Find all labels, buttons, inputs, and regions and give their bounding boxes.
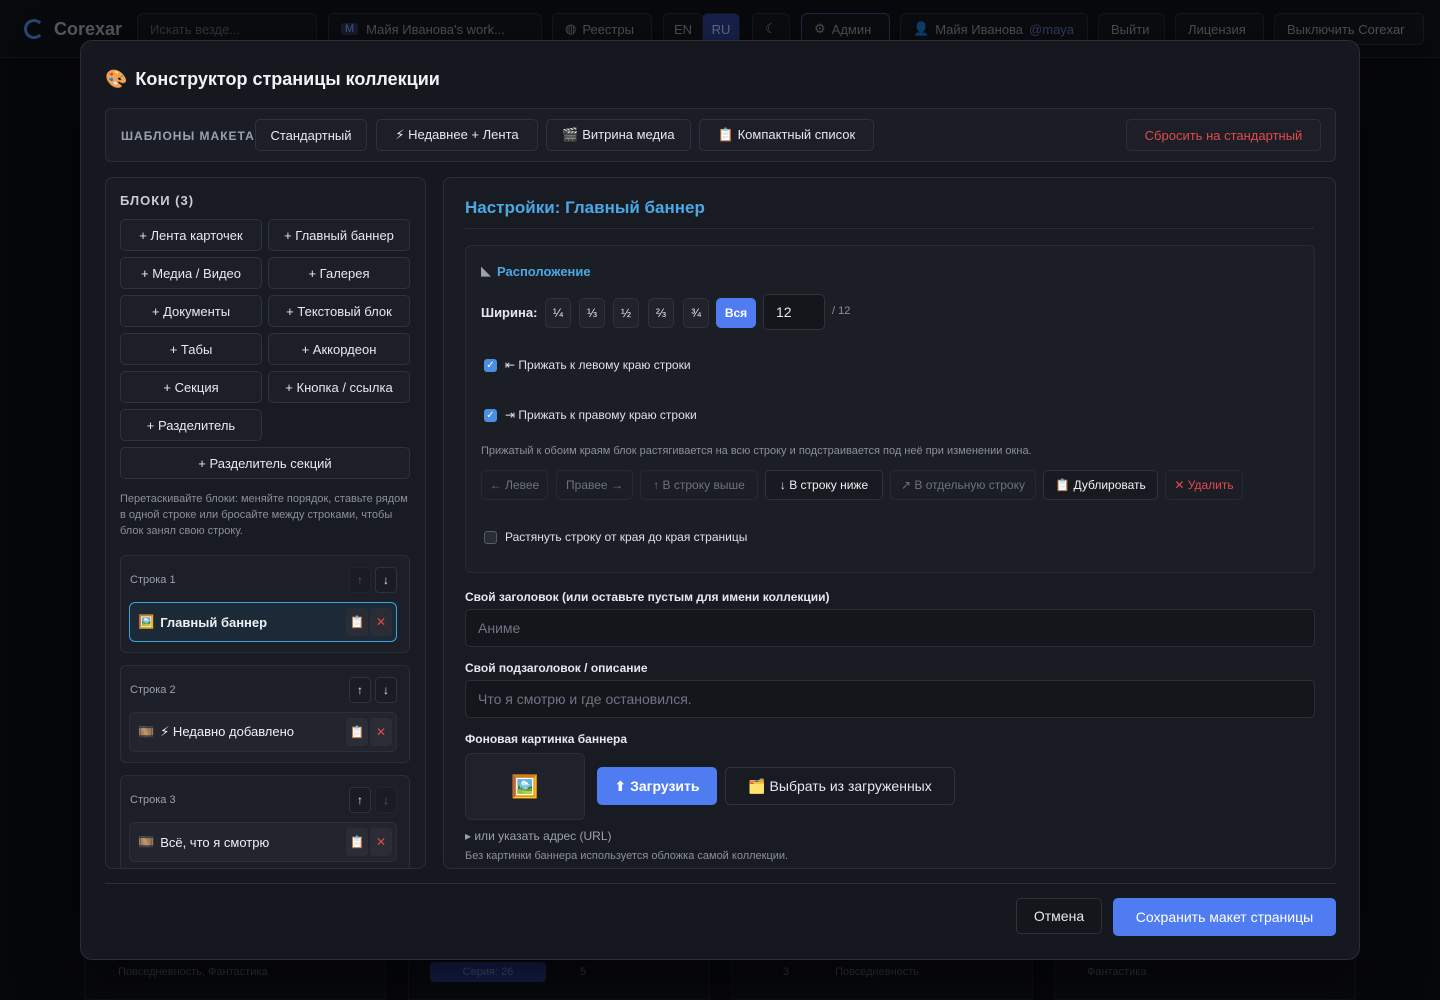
width-quarter-button[interactable]: ¼ [545,298,571,328]
layout-row[interactable]: Строка 3 ↑ ↓ 🎞️ Всё, что я смотрю 📋 ✕ [120,775,410,868]
placement-header: ◣ Расположение [481,263,591,279]
template-media-showcase-button[interactable]: 🎬 Витрина медиа [546,119,691,151]
add-divider-button[interactable]: + Разделитель [120,409,262,441]
pin-left-row[interactable]: ✓ ⇤ Прижать к левому краю строки [484,358,691,372]
delete-button[interactable]: ✕ Удалить [1165,470,1243,500]
upload-button[interactable]: ⬆ Загрузить [597,767,717,805]
add-main-banner-button[interactable]: + Главный баннер [268,219,410,251]
url-toggle[interactable]: ▸ или указать адрес (URL) [465,829,612,843]
cancel-button[interactable]: Отмена [1016,898,1102,934]
template-standard-button[interactable]: Стандартный [255,119,367,151]
reset-to-standard-button[interactable]: Сбросить на стандартный [1126,119,1321,151]
triangle-ruler-icon: ◣ [481,263,491,278]
width-third-button[interactable]: ⅓ [579,298,605,328]
row-move-up-arrow-icon[interactable]: ↑ [349,567,371,593]
add-section-button[interactable]: + Секция [120,371,262,403]
pin-right-row[interactable]: ✓ ⇥ Прижать к правому краю строки [484,408,697,422]
width-columns-input[interactable]: 12 [763,294,825,330]
move-row-down-button[interactable]: ↓ В строку ниже [765,470,883,500]
layout-row[interactable]: Строка 1 ↑ ↓ 🖼️ Главный баннер 📋 ✕ [120,555,410,653]
block-label: Всё, что я смотрю [160,834,270,850]
modal-title-text: Конструктор страницы коллекции [135,69,440,89]
block-label: Главный баннер [160,614,268,630]
layout-templates-bar: ШАБЛОНЫ МАКЕТА: Стандартный ⚡ Недавнее +… [105,108,1336,162]
modal-title: 🎨 Конструктор страницы коллекции [105,69,440,90]
stretch-checkbox[interactable] [484,530,497,544]
duplicate-clipboard-icon[interactable]: 📋 [346,828,368,856]
templates-label: ШАБЛОНЫ МАКЕТА: [121,129,260,143]
add-section-divider-button[interactable]: + Разделитель секций [120,447,410,479]
width-total-label: / 12 [832,305,851,317]
add-gallery-button[interactable]: + Галерея [268,257,410,289]
banner-image-placeholder-picture-icon[interactable]: 🖼️ [465,753,585,820]
template-recent-feed-button[interactable]: ⚡ Недавнее + Лента [376,119,538,151]
add-tabs-button[interactable]: + Табы [120,333,262,365]
banner-bg-label: Фоновая картинка баннера [465,732,628,746]
add-documents-button[interactable]: + Документы [120,295,262,327]
layout-row[interactable]: Строка 2 ↑ ↓ 🎞️ ⚡ Недавно добавлено 📋 ✕ [120,665,410,763]
delete-x-icon[interactable]: ✕ [370,608,392,636]
delete-x-icon[interactable]: ✕ [370,718,392,746]
pin-note: Прижатый к обоим краям блок растягиваетс… [481,445,1032,457]
width-two-thirds-button[interactable]: ⅔ [648,298,674,328]
row-label: Строка 2 [130,684,176,696]
duplicate-clipboard-icon[interactable]: 📋 [346,608,368,636]
banner-note: Без картинки баннера используется обложк… [465,850,789,862]
block-all-i-watch[interactable]: 🎞️ Всё, что я смотрю 📋 ✕ [129,822,397,862]
block-recently-added[interactable]: 🎞️ ⚡ Недавно добавлено 📋 ✕ [129,712,397,752]
row-move-up-arrow-icon[interactable]: ↑ [349,677,371,703]
stretch-row[interactable]: Растянуть строку от края до края страниц… [484,530,747,544]
collection-page-builder-modal: 🎨 Конструктор страницы коллекции ШАБЛОНЫ… [80,40,1360,960]
block-settings-panel: Настройки: Главный баннер ◣ Расположение… [443,177,1336,869]
delete-x-icon[interactable]: ✕ [370,828,392,856]
film-icon: 🎞️ [138,834,155,849]
placement-title: Расположение [497,263,591,279]
pin-right-checkbox[interactable]: ✓ [484,408,497,422]
title-field-label: Свой заголовок (или оставьте пустым для … [465,590,830,604]
choose-uploaded-button[interactable]: 🗂️ Выбрать из загруженных [725,767,955,805]
divider [465,228,1314,229]
width-full-button[interactable]: Вся [716,298,756,328]
template-compact-list-button[interactable]: 📋 Компактный список [699,119,874,151]
row-move-up-arrow-icon[interactable]: ↑ [349,787,371,813]
add-cards-feed-button[interactable]: + Лента карточек [120,219,262,251]
move-left-button[interactable]: ← Левее [481,470,548,500]
palette-icon: 🎨 [105,69,128,89]
block-label: ⚡ Недавно добавлено [160,724,295,739]
save-layout-button[interactable]: Сохранить макет страницы [1113,898,1336,936]
placement-section: ◣ Расположение Ширина: ¼ ⅓ ½ ⅔ ¾ Вся 12 … [465,245,1315,573]
custom-subtitle-input[interactable]: Что я смотрю и где остановился. [465,680,1315,718]
width-half-button[interactable]: ½ [613,298,639,328]
footer-divider [105,883,1336,884]
row-move-down-arrow-icon[interactable]: ↓ [375,787,397,813]
pin-right-label: ⇥ Прижать к правому краю строки [505,408,697,422]
film-icon: 🎞️ [138,724,155,739]
width-three-quarters-button[interactable]: ¾ [683,298,709,328]
add-accordion-button[interactable]: + Аккордеон [268,333,410,365]
move-row-up-button[interactable]: ↑ В строку выше [640,470,758,500]
separate-row-button[interactable]: ↗ В отдельную строку [890,470,1036,500]
picture-icon: 🖼️ [138,614,155,629]
duplicate-button[interactable]: 📋 Дублировать [1043,470,1158,500]
drag-hint: Перетаскивайте блоки: меняйте порядок, с… [120,493,408,537]
row-label: Строка 1 [130,574,176,586]
row-move-down-arrow-icon[interactable]: ↓ [375,567,397,593]
subtitle-field-label: Свой подзаголовок / описание [465,661,648,675]
add-button-link-button[interactable]: + Кнопка / ссылка [268,371,410,403]
add-media-video-button[interactable]: + Медиа / Видео [120,257,262,289]
blocks-panel: БЛОКИ (3) + Лента карточек + Главный бан… [105,177,426,869]
duplicate-clipboard-icon[interactable]: 📋 [346,718,368,746]
settings-title: Настройки: Главный баннер [465,198,705,217]
move-right-button[interactable]: Правее → [556,470,633,500]
row-label: Строка 3 [130,794,176,806]
stretch-label: Растянуть строку от края до края страниц… [505,530,748,544]
custom-title-input[interactable]: Аниме [465,609,1315,647]
add-text-block-button[interactable]: + Текстовый блок [268,295,410,327]
pin-left-checkbox[interactable]: ✓ [484,358,497,372]
block-main-banner[interactable]: 🖼️ Главный баннер 📋 ✕ [129,602,397,642]
width-label: Ширина: [481,305,538,320]
row-move-down-arrow-icon[interactable]: ↓ [375,677,397,703]
pin-left-label: ⇤ Прижать к левому краю строки [505,358,691,372]
blocks-title: БЛОКИ (3) [120,193,195,208]
